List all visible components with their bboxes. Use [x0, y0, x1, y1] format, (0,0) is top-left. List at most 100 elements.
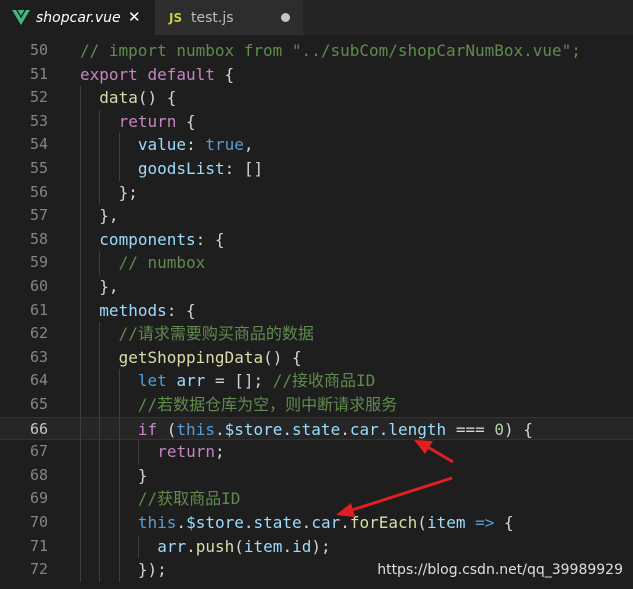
code-line[interactable]: 58 components: {	[0, 227, 633, 252]
indent-guide	[99, 511, 101, 535]
watermark-url: https://blog.csdn.net/qq_39989929	[377, 562, 623, 578]
code-line[interactable]: 62 //请求需要购买商品的数据	[0, 322, 633, 346]
indent-guide	[99, 180, 101, 205]
indent-guide	[118, 417, 120, 442]
indent-guide	[80, 227, 81, 252]
code-token: {	[494, 513, 514, 532]
code-token: car	[311, 513, 341, 532]
indent-guide	[80, 345, 81, 370]
code-line[interactable]: 64 let arr = []; //接收商品ID	[0, 369, 633, 393]
code-token: push	[195, 536, 235, 556]
indent-guide	[80, 298, 81, 323]
code-line[interactable]: 61 methods: {	[0, 298, 633, 323]
indent-guide	[80, 180, 81, 205]
line-number: 53	[29, 111, 48, 130]
code-line[interactable]: 51 export default {	[0, 63, 633, 87]
code-token: .	[378, 419, 389, 439]
code-token: $store	[186, 513, 244, 532]
unsaved-dot-icon[interactable]	[281, 13, 290, 22]
close-icon[interactable]: ✕	[128, 8, 141, 26]
code-token: (	[157, 419, 177, 439]
code-token: //若数据仓库为空，则中断请求服务	[137, 395, 398, 414]
tab-shopcar-vue[interactable]: shopcar.vue ✕	[0, 0, 155, 35]
indent-guide	[118, 463, 120, 488]
code-token: .	[214, 419, 225, 439]
code-line[interactable]: 54 value: true,	[0, 133, 633, 157]
line-number: 69	[29, 489, 48, 508]
indent-guide	[80, 109, 81, 134]
code-editor[interactable]: 50 // import numbox from "../subCom/shopC…	[0, 35, 633, 589]
line-number: 65	[29, 395, 48, 413]
code-token: },	[99, 277, 119, 296]
code-token: item	[243, 536, 283, 556]
tab-test-js[interactable]: JS test.js	[155, 0, 303, 35]
indent-guide	[99, 109, 101, 134]
line-number: 63	[29, 347, 48, 366]
vue-icon	[12, 10, 30, 25]
code-line[interactable]: 53 return {	[0, 109, 633, 134]
code-line[interactable]: 63 getShoppingData() {	[0, 345, 633, 370]
code-line[interactable]: 69 //获取商品ID	[0, 487, 633, 511]
code-line[interactable]: 59 // numbox	[0, 251, 633, 275]
code-token: //获取商品ID	[137, 489, 241, 509]
code-line[interactable]: 50 // import numbox from "../subCom/shopC…	[0, 39, 633, 63]
code-token: .	[186, 536, 196, 556]
indent-guide	[99, 558, 101, 582]
tab-label: shopcar.vue	[36, 10, 121, 26]
indent-guide	[80, 86, 81, 110]
code-token: : []	[224, 159, 264, 178]
code-line[interactable]: 60},	[0, 275, 633, 299]
code-token: item	[426, 513, 466, 532]
indent-guide	[99, 487, 101, 511]
code-line[interactable]: 52 data() {	[0, 86, 633, 110]
code-text: value: true,	[138, 133, 254, 157]
indent-guide	[118, 133, 120, 157]
code-text: //若数据仓库为空，则中断请求服务	[138, 393, 397, 417]
code-token: (	[234, 536, 244, 556]
code-token: () {	[263, 347, 302, 367]
code-token: .	[340, 419, 350, 439]
line-number: 72	[29, 560, 48, 579]
code-line[interactable]: 67 return;	[0, 440, 633, 464]
line-number: 61	[29, 300, 48, 319]
code-token: },	[99, 206, 119, 226]
indent-guide	[118, 393, 120, 417]
code-token: = [];	[205, 371, 273, 391]
code-line[interactable]: 68}	[0, 463, 633, 488]
code-token: ===	[446, 419, 495, 439]
line-number: 70	[29, 513, 48, 531]
code-line[interactable]: 57},	[0, 204, 633, 228]
code-token: .	[282, 419, 293, 439]
code-line[interactable]: 71 arr.push(item.id);	[0, 534, 633, 559]
code-token: ) {	[504, 419, 533, 439]
code-line[interactable]: 70 this.$store.state.car.forEach(item => …	[0, 511, 633, 535]
code-token: getShoppingData	[118, 347, 264, 367]
code-token: id	[292, 536, 312, 556]
code-token: return	[157, 442, 215, 462]
code-token: goodsList	[137, 159, 225, 178]
indent-guide	[99, 345, 101, 370]
code-token: value	[137, 135, 187, 155]
code-token: .	[282, 536, 293, 556]
indent-guide	[99, 251, 101, 275]
code-token: {	[176, 111, 196, 131]
indent-guide	[99, 393, 101, 417]
code-token: ;	[214, 442, 225, 462]
code-line[interactable]: 56};	[0, 180, 633, 205]
code-line[interactable]: 66 if (this.$store.state.car.length === 0…	[0, 416, 633, 442]
code-token: car	[349, 419, 379, 439]
code-token: );	[311, 536, 331, 556]
indent-guide	[137, 440, 139, 464]
code-token: state	[292, 419, 341, 439]
code-text: export default {	[80, 63, 234, 87]
indent-guide	[80, 558, 81, 582]
code-text: // numbox	[119, 251, 206, 275]
code-token: components	[99, 229, 196, 249]
code-line[interactable]: 65 //若数据仓库为空，则中断请求服务	[0, 393, 633, 417]
indent-guide	[80, 369, 81, 393]
line-number: 66	[29, 419, 48, 438]
code-text: this.$store.state.car.forEach(item => {	[138, 511, 514, 535]
code-line[interactable]: 55 goodsList: []	[0, 157, 633, 181]
